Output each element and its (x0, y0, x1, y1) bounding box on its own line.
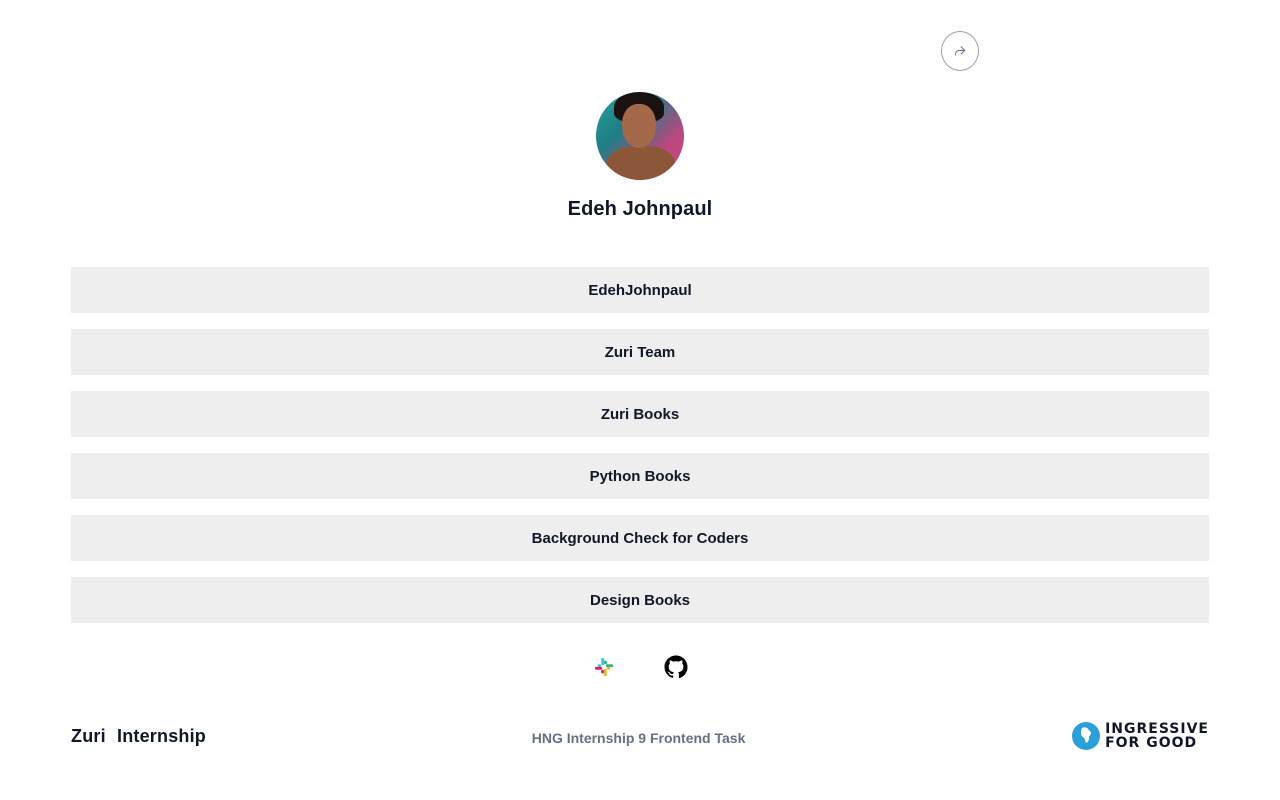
profile-section: Edeh Johnpaul (0, 92, 1280, 221)
zuri-internship-logo: Zuri Internship (71, 725, 206, 746)
share-button[interactable] (941, 31, 979, 71)
link-twitter[interactable]: EdehJohnpaul (71, 267, 1209, 313)
link-zuri-books[interactable]: Zuri Books (71, 391, 1209, 437)
i4g-line2: FOR GOOD (1105, 735, 1198, 751)
github-link[interactable] (664, 655, 688, 679)
globe-africa-icon (1072, 722, 1101, 750)
profile-name: Edeh Johnpaul (567, 198, 713, 220)
slack-link[interactable] (592, 655, 616, 679)
link-zuri-team[interactable]: Zuri Team (71, 329, 1209, 375)
links-list: EdehJohnpaul Zuri Team Zuri Books Python… (71, 267, 1209, 639)
social-icons (0, 655, 1280, 679)
footer: Zuri Internship HNG Internship 9 Fronten… (71, 720, 1209, 752)
slack-icon (594, 657, 614, 677)
avatar[interactable] (596, 92, 684, 180)
link-design-books[interactable]: Design Books (71, 577, 1209, 623)
i4g-line1: INGRESSIVE (1105, 721, 1209, 737)
ingressive-for-good-logo: INGRESSIVE FOR GOOD (1071, 721, 1209, 751)
footer-text: HNG Internship 9 Frontend Task (531, 730, 746, 746)
link-background-check[interactable]: Background Check for Coders (71, 515, 1209, 561)
github-icon (664, 655, 688, 679)
share-icon (954, 46, 966, 56)
link-python-books[interactable]: Python Books (71, 453, 1209, 499)
